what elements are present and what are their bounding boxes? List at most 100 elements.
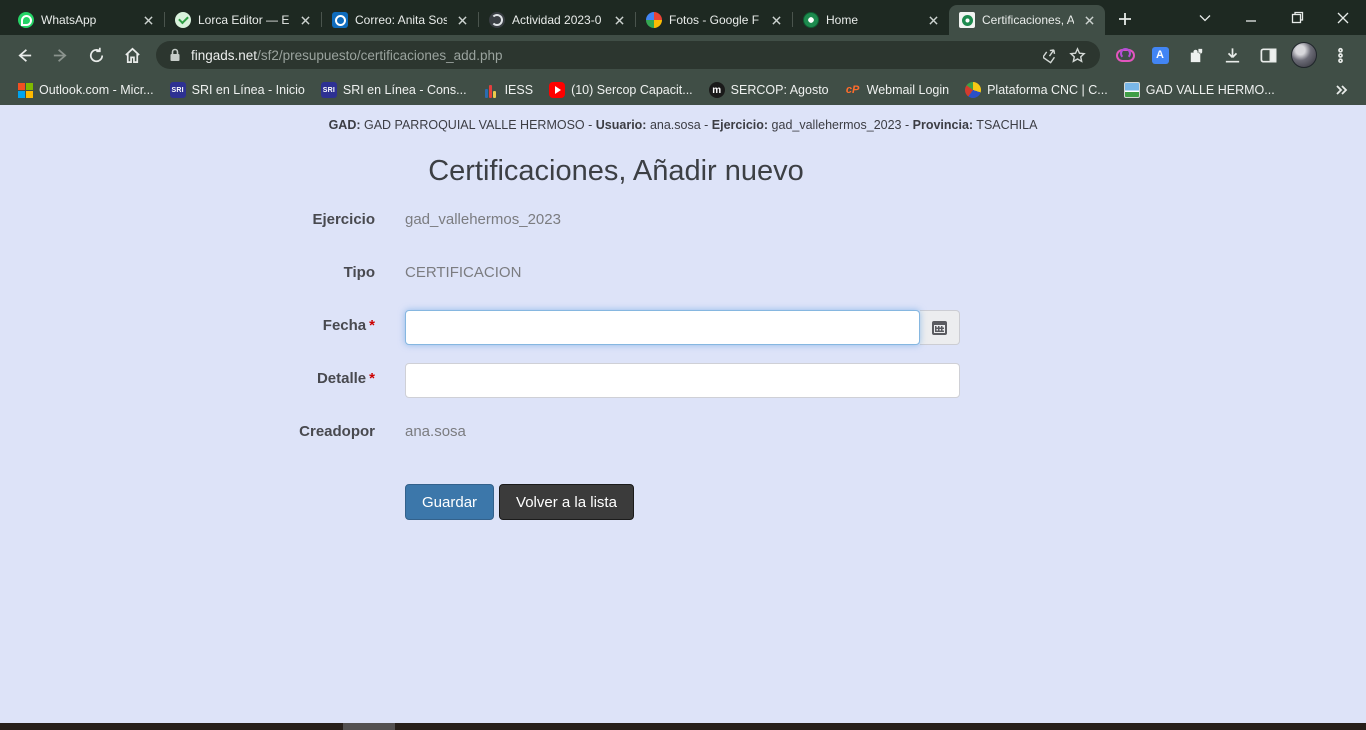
browser-window: WhatsApp Lorca Editor — El Correo: Anita… bbox=[0, 0, 1366, 730]
side-panel-icon[interactable] bbox=[1252, 39, 1284, 71]
fecha-input[interactable] bbox=[405, 310, 920, 345]
buttons-row: Guardar Volver a la lista bbox=[0, 469, 1366, 520]
url-path: /sf2/presupuesto/certificaciones_add.php bbox=[257, 48, 502, 63]
tab-home[interactable]: Home bbox=[793, 5, 949, 35]
tab-search-chevron-icon[interactable] bbox=[1182, 0, 1228, 35]
bookmark-sercop-agosto[interactable]: mSERCOP: Agosto bbox=[703, 79, 835, 101]
tab-title: Actividad 2023-0 bbox=[512, 13, 604, 27]
tab-certificaciones-active[interactable]: Certificaciones, A bbox=[949, 5, 1105, 35]
profile-avatar[interactable] bbox=[1288, 39, 1320, 71]
sri-icon: SRI bbox=[170, 82, 186, 98]
reload-icon[interactable] bbox=[80, 39, 112, 71]
creadopor-row: Creadopor ana.sosa bbox=[0, 416, 1366, 451]
bookmark-gad-valle-hermoso[interactable]: GAD VALLE HERMO... bbox=[1118, 79, 1281, 101]
close-tab-icon[interactable] bbox=[611, 12, 627, 28]
window-controls bbox=[1182, 0, 1366, 35]
cnc-icon bbox=[965, 82, 981, 98]
sercop-icon: m bbox=[709, 82, 725, 98]
whatsapp-icon bbox=[18, 12, 34, 28]
google-photos-icon bbox=[646, 12, 662, 28]
close-tab-icon[interactable] bbox=[925, 12, 941, 28]
bookmark-sri-consultas[interactable]: SRISRI en Línea - Cons... bbox=[315, 79, 473, 101]
certification-form: Ejercicio gad_vallehermos_2023 Tipo CERT… bbox=[0, 204, 1366, 520]
forward-icon[interactable] bbox=[44, 39, 76, 71]
volver-a-la-lista-button[interactable]: Volver a la lista bbox=[499, 484, 634, 520]
tab-actividad[interactable]: Actividad 2023-0 bbox=[479, 5, 635, 35]
outlook-icon bbox=[332, 12, 348, 28]
restore-button[interactable] bbox=[1274, 0, 1320, 35]
bookmark-plataforma-cnc[interactable]: Plataforma CNC | C... bbox=[959, 79, 1114, 101]
new-tab-button[interactable] bbox=[1111, 5, 1139, 33]
close-tab-icon[interactable] bbox=[297, 12, 313, 28]
close-tab-icon[interactable] bbox=[140, 12, 156, 28]
ejercicio-value: gad_vallehermos_2023 bbox=[405, 204, 960, 228]
gad-site-icon bbox=[803, 12, 819, 28]
bookmarks-bar: Outlook.com - Micr... SRISRI en Línea - … bbox=[0, 75, 1366, 105]
lock-icon bbox=[168, 48, 182, 62]
creadopor-value: ana.sosa bbox=[405, 416, 960, 440]
cpanel-icon: cP bbox=[845, 82, 861, 98]
minimize-button[interactable] bbox=[1228, 0, 1274, 35]
fecha-row: Fecha* bbox=[0, 310, 1366, 345]
page-content: GAD: GAD PARROQUIAL VALLE HERMOSO - Usua… bbox=[0, 105, 1366, 723]
microsoft-icon bbox=[18, 83, 33, 98]
tab-strip: WhatsApp Lorca Editor — El Correo: Anita… bbox=[0, 0, 1366, 35]
bookmarks-overflow-chevron-icon[interactable] bbox=[1328, 80, 1354, 100]
tab-title: Certificaciones, A bbox=[982, 13, 1074, 27]
bookmark-star-icon[interactable] bbox=[1064, 42, 1090, 68]
activity-icon bbox=[489, 12, 505, 28]
gad-thumbnail-icon bbox=[1124, 82, 1140, 98]
tab-fotos[interactable]: Fotos - Google F bbox=[636, 5, 792, 35]
bookmark-sercop-youtube[interactable]: (10) Sercop Capacit... bbox=[543, 79, 699, 101]
lorca-editor-icon bbox=[175, 12, 191, 28]
downloads-icon[interactable] bbox=[1216, 39, 1248, 71]
bookmark-sri-inicio[interactable]: SRISRI en Línea - Inicio bbox=[164, 79, 311, 101]
iess-icon bbox=[483, 82, 499, 98]
tab-title: Correo: Anita Sos bbox=[355, 13, 447, 27]
url-domain: fingads.net bbox=[191, 48, 257, 63]
creadopor-label: Creadopor bbox=[0, 416, 375, 440]
site-context-header: GAD: GAD PARROQUIAL VALLE HERMOSO - Usua… bbox=[0, 105, 1366, 132]
address-bar[interactable]: fingads.net/sf2/presupuesto/certificacio… bbox=[156, 41, 1100, 69]
detalle-label: Detalle* bbox=[0, 363, 375, 387]
bookmark-webmail[interactable]: cPWebmail Login bbox=[839, 79, 955, 101]
tab-title: Home bbox=[826, 13, 918, 27]
tab-title: Fotos - Google F bbox=[669, 13, 761, 27]
extension-cloud-icon[interactable] bbox=[1108, 39, 1140, 71]
gad-site-icon bbox=[959, 12, 975, 28]
close-window-button[interactable] bbox=[1320, 0, 1366, 35]
taskbar-indicator bbox=[343, 723, 395, 730]
tipo-value: CERTIFICACION bbox=[405, 257, 960, 281]
close-tab-icon[interactable] bbox=[1081, 12, 1097, 28]
ejercicio-row: Ejercicio gad_vallehermos_2023 bbox=[0, 204, 1366, 239]
tab-title: WhatsApp bbox=[41, 13, 133, 27]
close-tab-icon[interactable] bbox=[454, 12, 470, 28]
tab-lorca-editor[interactable]: Lorca Editor — El bbox=[165, 5, 321, 35]
sri-icon: SRI bbox=[321, 82, 337, 98]
url-text: fingads.net/sf2/presupuesto/certificacio… bbox=[191, 48, 1038, 63]
taskbar-edge bbox=[0, 723, 1366, 730]
calendar-button[interactable] bbox=[920, 310, 960, 345]
browser-toolbar: fingads.net/sf2/presupuesto/certificacio… bbox=[0, 35, 1366, 75]
tab-title: Lorca Editor — El bbox=[198, 13, 290, 27]
detalle-row: Detalle* bbox=[0, 363, 1366, 398]
youtube-icon bbox=[549, 82, 565, 98]
page-title: Certificaciones, Añadir nuevo bbox=[0, 155, 1232, 188]
tab-whatsapp[interactable]: WhatsApp bbox=[8, 5, 164, 35]
bookmark-outlook[interactable]: Outlook.com - Micr... bbox=[12, 80, 160, 101]
fecha-label: Fecha* bbox=[0, 310, 375, 334]
translate-icon[interactable]: A bbox=[1144, 39, 1176, 71]
tab-correo[interactable]: Correo: Anita Sos bbox=[322, 5, 478, 35]
tipo-label: Tipo bbox=[0, 257, 375, 281]
share-icon[interactable] bbox=[1038, 42, 1064, 68]
guardar-button[interactable]: Guardar bbox=[405, 484, 494, 520]
close-tab-icon[interactable] bbox=[768, 12, 784, 28]
detalle-input[interactable] bbox=[405, 363, 960, 398]
home-icon[interactable] bbox=[116, 39, 148, 71]
back-icon[interactable] bbox=[8, 39, 40, 71]
extensions-puzzle-icon[interactable] bbox=[1180, 39, 1212, 71]
bookmark-iess[interactable]: IESS bbox=[477, 79, 540, 101]
tipo-row: Tipo CERTIFICACION bbox=[0, 257, 1366, 292]
ejercicio-label: Ejercicio bbox=[0, 204, 375, 228]
menu-kebab-icon[interactable] bbox=[1324, 39, 1356, 71]
